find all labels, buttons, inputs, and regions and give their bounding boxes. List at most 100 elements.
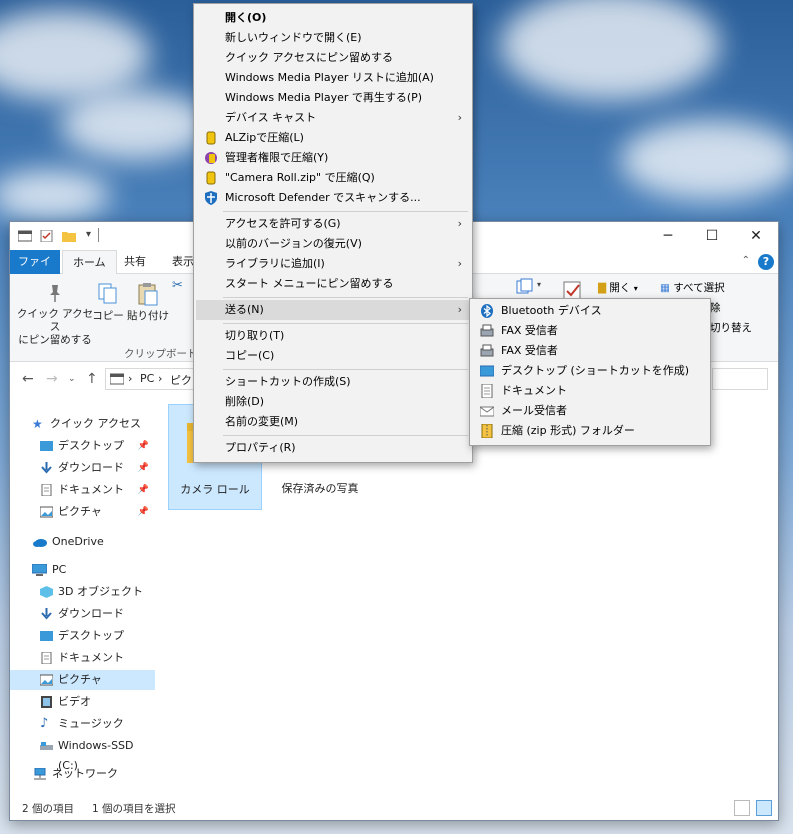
search-input[interactable] [712, 368, 768, 390]
properties-icon[interactable] [40, 230, 54, 242]
pin-quick-access-button[interactable]: クイック アクセス にピン留めする [14, 282, 96, 347]
folder-label: 保存済みの写真 [281, 482, 359, 495]
breadcrumb-separator: › [128, 372, 133, 385]
menu-item-pin-quick-access[interactable]: クイック アクセスにピン留めする [196, 48, 470, 68]
nav-label: ピクチャ [58, 505, 102, 518]
nav-quick-downloads[interactable]: ダウンロード 📌 [10, 458, 155, 478]
nav-pc-music[interactable]: ♪ ミュージック [10, 714, 155, 734]
menu-item-properties[interactable]: プロパティ(R) [196, 438, 470, 458]
menu-label: 圧縮 (zip 形式) フォルダー [501, 424, 635, 437]
qat-separator [98, 228, 99, 242]
nav-pc[interactable]: PC [10, 560, 155, 580]
menu-item-alzip-compress[interactable]: ALZipで圧縮(L) [196, 128, 470, 148]
menu-item-create-shortcut[interactable]: ショートカットの作成(S) [196, 372, 470, 392]
document-icon [481, 384, 493, 398]
menu-item-give-access[interactable]: アクセスを許可する(G) › [196, 214, 470, 234]
nav-quick-documents[interactable]: ドキュメント 📌 [10, 480, 155, 500]
nav-network[interactable]: ネットワーク [10, 764, 155, 784]
menu-item-open-new-window[interactable]: 新しいウィンドウで開く(E) [196, 28, 470, 48]
new-item-dropdown-icon[interactable]: ▾ [537, 280, 541, 289]
menu-item-compress-camera-roll-zip[interactable]: "Camera Roll.zip" で圧縮(Q) [196, 168, 470, 188]
nav-label: OneDrive [52, 535, 104, 548]
breadcrumb-pc[interactable]: PC [140, 372, 154, 385]
menu-separator [223, 211, 468, 212]
send-to-mail[interactable]: メール受信者 [472, 401, 708, 421]
qat-dropdown-icon[interactable]: ▾ [86, 229, 91, 240]
nav-drive-c[interactable]: Windows-SSD (C:) [10, 736, 155, 772]
select-all-icon: ▦ [660, 282, 670, 294]
background-cloud [620, 120, 793, 200]
fax-icon [480, 324, 494, 337]
details-view-button[interactable] [734, 800, 750, 816]
menu-item-delete[interactable]: 削除(D) [196, 392, 470, 412]
nav-pc-pictures[interactable]: ピクチャ [10, 670, 155, 690]
back-arrow-icon[interactable]: ← [22, 371, 34, 387]
nav-pc-downloads[interactable]: ダウンロード [10, 604, 155, 624]
nav-quick-desktop[interactable]: デスクトップ 📌 [10, 436, 155, 456]
recent-dropdown-icon[interactable]: ⌄ [68, 374, 76, 384]
invert-selection-label[interactable]: 切り替え [710, 320, 752, 335]
select-none-label[interactable]: 除 [710, 300, 721, 315]
nav-label: 3D オブジェクト [58, 585, 143, 598]
nav-label: ダウンロード [58, 607, 124, 620]
menu-separator [223, 323, 468, 324]
tab-file[interactable]: ファイル [10, 250, 60, 292]
menu-item-open[interactable]: 開く(O) [196, 8, 470, 28]
submenu-arrow-icon: › [457, 217, 462, 230]
menu-label: デバイス キャスト [225, 111, 317, 124]
send-to-desktop[interactable]: デスクトップ (ショートカットを作成) [472, 361, 708, 381]
menu-item-send-to[interactable]: 送る(N) › [196, 300, 470, 320]
menu-item-cast-to-device[interactable]: デバイス キャスト › [196, 108, 470, 128]
send-to-bluetooth[interactable]: Bluetooth デバイス [472, 301, 708, 321]
menu-item-include-library[interactable]: ライブラリに追加(I) › [196, 254, 470, 274]
forward-arrow-icon[interactable]: → [46, 371, 58, 387]
nav-pc-videos[interactable]: ビデオ [10, 692, 155, 712]
nav-quick-pictures[interactable]: ピクチャ 📌 [10, 502, 155, 522]
new-folder-icon[interactable] [62, 230, 76, 242]
tab-share[interactable]: 共有 [114, 250, 156, 274]
large-icons-view-button[interactable] [756, 800, 772, 816]
document-icon [41, 484, 52, 496]
paste-button[interactable]: 貼り付け [126, 282, 170, 323]
tab-home[interactable]: ホーム [62, 250, 117, 275]
help-icon[interactable]: ? [758, 254, 774, 270]
menu-item-restore-previous[interactable]: 以前のバージョンの復元(V) [196, 234, 470, 254]
pin-label: クイック アクセス にピン留めする [16, 308, 94, 346]
up-arrow-icon[interactable]: ↑ [86, 371, 98, 387]
select-all-button[interactable]: ▦ すべて選択 [660, 280, 725, 295]
breadcrumb-separator: › [158, 372, 163, 385]
send-to-fax-1[interactable]: FAX 受信者 [472, 321, 708, 341]
send-to-zip-folder[interactable]: 圧縮 (zip 形式) フォルダー [472, 421, 708, 441]
copy-button[interactable]: コピー [92, 282, 124, 323]
breadcrumb-pictures[interactable]: ピク [170, 372, 192, 388]
menu-item-copy[interactable]: コピー(C) [196, 346, 470, 366]
minimize-button[interactable]: ─ [646, 222, 690, 250]
menu-item-admin-compress[interactable]: 管理者権限で圧縮(Y) [196, 148, 470, 168]
new-item-icon[interactable] [516, 278, 536, 296]
menu-item-wmp-add-list[interactable]: Windows Media Player リストに追加(A) [196, 68, 470, 88]
nav-3d-objects[interactable]: 3D オブジェクト [10, 582, 155, 602]
menu-item-pin-start[interactable]: スタート メニューにピン留めする [196, 274, 470, 294]
ribbon-collapse-icon[interactable]: ⌃ [742, 255, 750, 266]
nav-quick-access-label: クイック アクセス [50, 417, 141, 430]
nav-onedrive[interactable]: OneDrive [10, 532, 155, 552]
open-button[interactable]: ▇ 開く ▾ [598, 280, 638, 295]
cut-icon[interactable]: ✂ [172, 278, 183, 293]
nav-label: デスクトップ [58, 439, 124, 452]
bluetooth-icon [481, 304, 493, 318]
menu-item-cut[interactable]: 切り取り(T) [196, 326, 470, 346]
nav-pc-documents[interactable]: ドキュメント [10, 648, 155, 668]
address-input[interactable]: › PC › ピク [105, 368, 205, 390]
menu-item-wmp-play[interactable]: Windows Media Player で再生する(P) [196, 88, 470, 108]
maximize-button[interactable]: ☐ [690, 222, 734, 250]
nav-quick-access[interactable]: ★ クイック アクセス [10, 414, 155, 434]
close-button[interactable]: ✕ [734, 222, 778, 250]
menu-label: ライブラリに追加(I) [225, 257, 325, 270]
menu-item-defender-scan[interactable]: Microsoft Defender でスキャンする... [196, 188, 470, 208]
nav-label: ダウンロード [58, 461, 124, 474]
pinned-icon: 📌 [137, 485, 149, 495]
nav-pc-desktop[interactable]: デスクトップ [10, 626, 155, 646]
send-to-documents[interactable]: ドキュメント [472, 381, 708, 401]
menu-item-rename[interactable]: 名前の変更(M) [196, 412, 470, 432]
send-to-fax-2[interactable]: FAX 受信者 [472, 341, 708, 361]
